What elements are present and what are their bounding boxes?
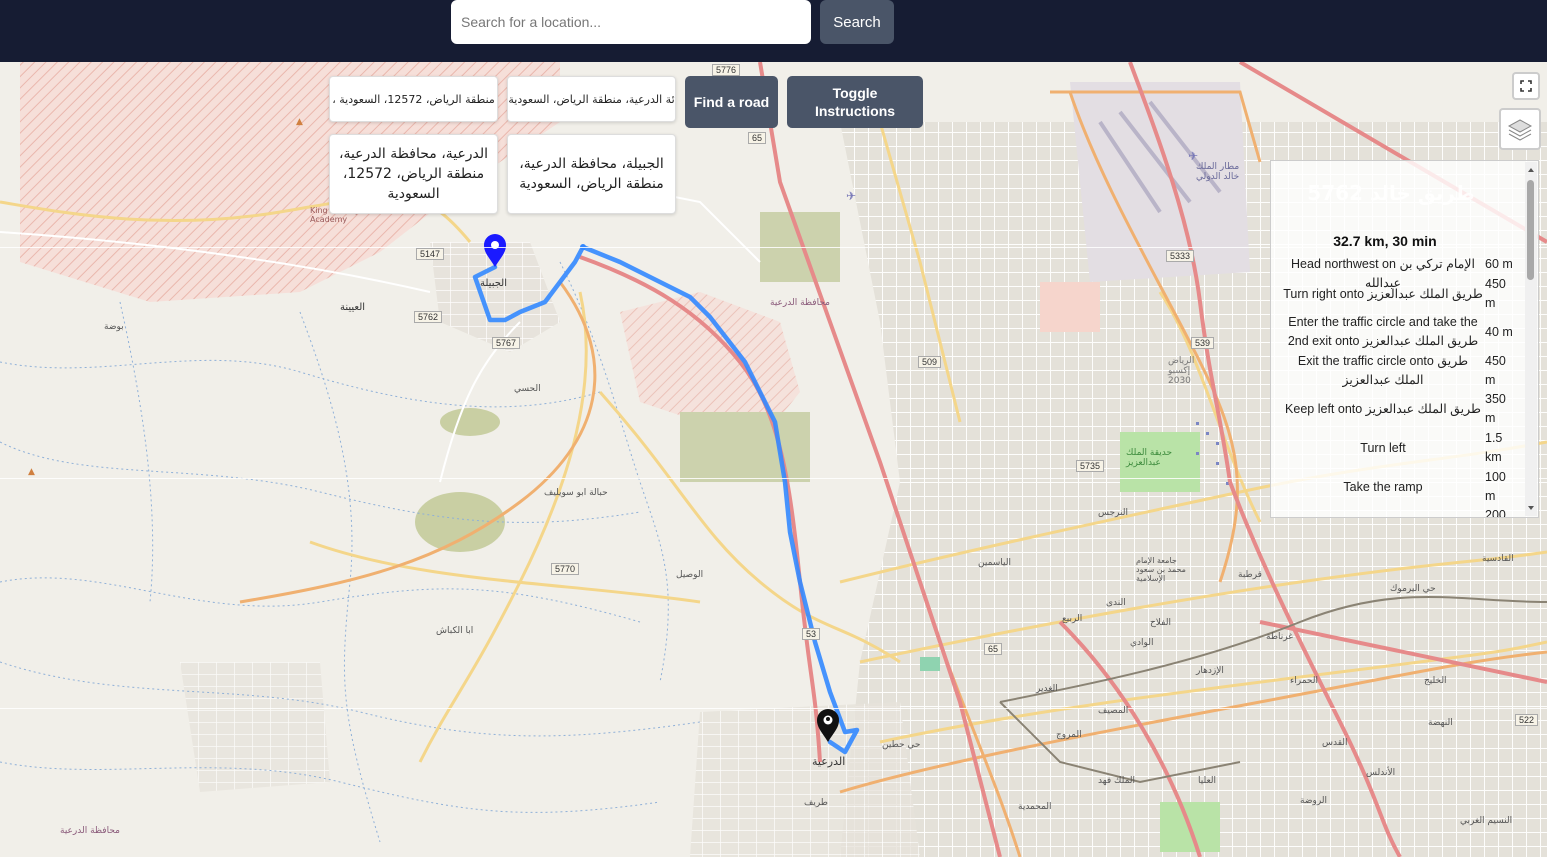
place-label: العليا: [1198, 776, 1217, 786]
instruction-text: Take the ramp: [1343, 480, 1423, 494]
place-label: ابا الكباش: [436, 626, 474, 636]
place-label: النهضة: [1428, 718, 1453, 728]
road-shield: 5333: [1166, 250, 1195, 262]
place-label: الخليج: [1424, 676, 1447, 686]
route-summary: 32.7 km, 30 min: [1333, 233, 1437, 249]
instruction-distance: 40 m: [1485, 325, 1513, 339]
road-shield: 539: [1191, 337, 1215, 349]
place-label: حديقة الملك عبدالعزيز: [1126, 448, 1173, 468]
scroll-down-icon[interactable]: [1525, 502, 1537, 514]
place-label: القادسية: [1482, 554, 1514, 564]
instruction-text: Exit the traffic circle onto طريق الملك …: [1297, 354, 1469, 387]
place-label: الوادي: [1130, 638, 1154, 648]
road-shield: 5147: [416, 248, 445, 260]
place-label: الياسمين: [978, 558, 1012, 568]
instruction-distance: 200: [1485, 508, 1506, 518]
layers-button[interactable]: [1499, 108, 1541, 150]
place-label: الربيع: [1062, 614, 1083, 624]
place-label: حبالة ابو سويليف: [544, 488, 608, 498]
road-shield: 5762: [414, 311, 443, 323]
instruction-distance: 1.5 km: [1485, 431, 1503, 464]
place-label: محافظة الدرعية: [770, 298, 830, 308]
place-label: الدرعية: [812, 755, 846, 768]
start-address-short[interactable]: منطقة الرياض، 12572، السعودية ،: [329, 76, 498, 122]
end-address-short[interactable]: ئة الدرعية، منطقة الرياض، السعودية: [507, 76, 676, 122]
place-label: النرجس: [1098, 508, 1128, 518]
road-shield: 65: [984, 643, 1003, 655]
instructions-scrollbar[interactable]: [1525, 162, 1537, 516]
road-shield: 5776: [712, 64, 741, 76]
place-label: الوصيل: [676, 570, 704, 580]
place-label: الحمراء: [1290, 676, 1318, 686]
top-bar: Search: [0, 0, 1547, 62]
fullscreen-icon: [1520, 80, 1532, 92]
guide-line: [0, 708, 1547, 709]
instruction-text: Enter the traffic circle and take the 2n…: [1287, 315, 1479, 348]
road-shield: 53: [802, 628, 821, 640]
search-button[interactable]: Search: [820, 0, 894, 44]
road-shield: 5767: [492, 337, 521, 349]
place-label: حي حطين: [882, 740, 921, 750]
place-label: الرياض إكسبو 2030: [1168, 356, 1195, 386]
place-label: طريف: [804, 798, 828, 808]
find-road-button[interactable]: Find a road: [685, 76, 778, 128]
instruction-text: Keep left onto طريق الملك عبدالعزيز: [1285, 402, 1481, 416]
instruction-distance: 350 m: [1485, 392, 1506, 425]
place-label: الفلاح: [1150, 618, 1171, 628]
place-label: حي اليرموك: [1390, 584, 1436, 594]
toggle-instructions-button[interactable]: Toggle Instructions: [787, 76, 923, 128]
road-shield: 5770: [551, 563, 580, 575]
place-label: الندى: [1106, 598, 1126, 608]
place-label: المصيف: [1098, 706, 1129, 716]
place-label: الغدير: [1036, 684, 1058, 694]
fullscreen-button[interactable]: [1512, 72, 1540, 100]
place-label: الحسي: [514, 384, 541, 394]
place-label: المروج: [1056, 730, 1082, 740]
instruction-distance: 450 m: [1485, 277, 1506, 310]
place-label: مطار الملك خالد الدولي: [1196, 162, 1240, 182]
instruction-distance: 450 m: [1485, 354, 1506, 387]
place-label: المحمدية: [1018, 802, 1052, 812]
svg-text:▲: ▲: [296, 117, 303, 127]
place-label: بوضة: [104, 322, 124, 332]
place-label: الأندلس: [1366, 768, 1396, 778]
svg-text:✈: ✈: [1188, 149, 1198, 163]
place-label: العيينة: [340, 302, 366, 313]
place-label: الإزدهار: [1196, 666, 1224, 676]
scrollbar-thumb[interactable]: [1527, 180, 1534, 280]
svg-text:✈: ✈: [846, 189, 856, 203]
instruction-distance: 100 m: [1485, 470, 1506, 503]
place-label: النسيم الغربي: [1460, 816, 1513, 826]
search-input[interactable]: [451, 0, 811, 44]
instructions-title: طريق خالد 5762: [1307, 181, 1475, 205]
instruction-distance: 60 m: [1485, 257, 1513, 271]
place-label: الملك فهد: [1098, 776, 1136, 786]
place-label: قرطبة: [1238, 570, 1262, 580]
road-shield: 65: [748, 132, 767, 144]
instruction-text: Turn left: [1360, 441, 1406, 455]
road-shield: 509: [918, 356, 942, 368]
place-label: الروضة: [1300, 796, 1328, 806]
map-view[interactable]: ✈ ✈ ▲ ▲ 5776 65 5147 5762 5767 5333 509 …: [0, 62, 1547, 857]
start-address-full[interactable]: الدرعية، محافظة الدرعية، منطقة الرياض، 1…: [329, 134, 498, 214]
instruction-text: Turn right onto طريق الملك عبدالعزيز: [1283, 287, 1483, 301]
scroll-up-icon[interactable]: [1525, 164, 1537, 176]
place-label: محافظة الدرعية: [60, 826, 120, 836]
road-shield: 522: [1515, 714, 1539, 726]
place-label: جامعة الإمام محمد بن سعود الإسلامية: [1136, 556, 1186, 583]
layers-icon: [1507, 119, 1533, 141]
place-label: غرناطة: [1266, 632, 1293, 642]
place-label: الجبيلة: [480, 278, 507, 289]
end-address-full[interactable]: الجبيلة، محافظة الدرعية، منطقة الرياض، ا…: [507, 134, 676, 214]
place-label: القدس: [1322, 738, 1348, 748]
instructions-panel: طريق خالد 5762 32.7 km, 30 min Head nort…: [1270, 160, 1539, 518]
svg-text:▲: ▲: [28, 467, 35, 477]
road-shield: 5735: [1076, 460, 1105, 472]
